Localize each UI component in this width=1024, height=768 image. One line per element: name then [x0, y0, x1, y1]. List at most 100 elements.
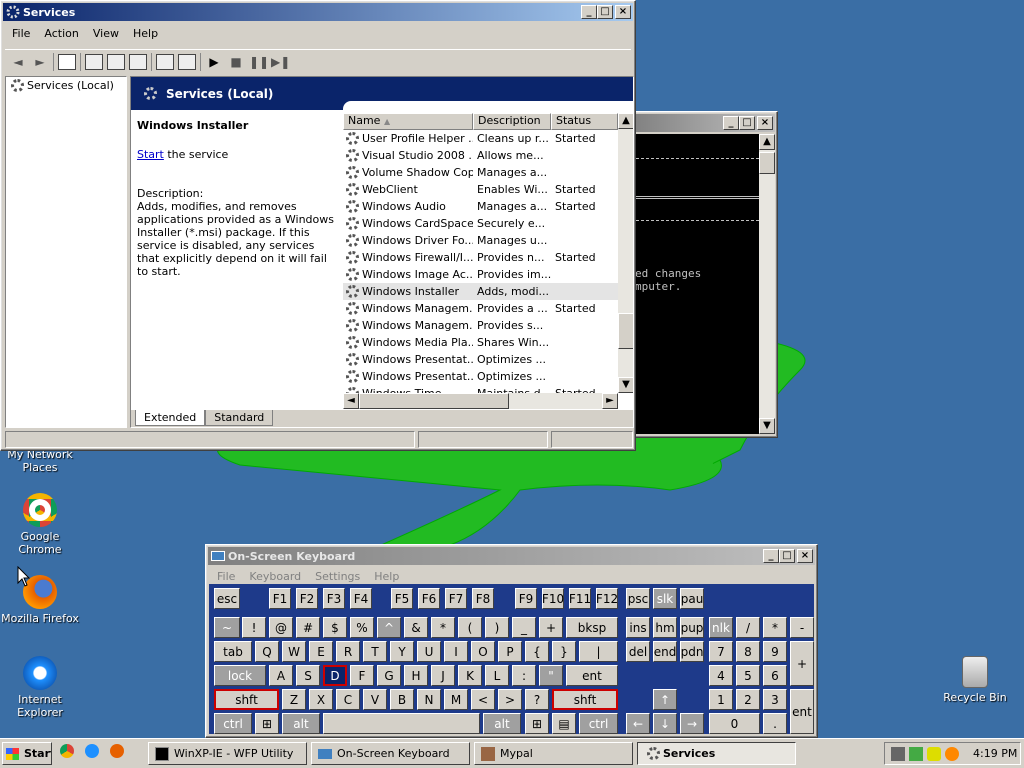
osk-key[interactable]: slk [653, 588, 677, 609]
desktop-icon-chrome[interactable]: Google Chrome [0, 493, 80, 556]
table-row[interactable]: Windows Installer Adds, modi... [343, 283, 618, 300]
osk-key[interactable]: bksp [566, 617, 618, 638]
osk-key[interactable]: end [653, 641, 677, 662]
osk-key[interactable]: L [485, 665, 509, 686]
stop-icon[interactable]: ■ [227, 55, 245, 69]
osk-key[interactable]: F10 [542, 588, 564, 609]
osk-key[interactable]: Y [390, 641, 414, 662]
table-row[interactable]: WebClient Enables Wi... Started [343, 181, 618, 198]
osk-key[interactable]: F3 [323, 588, 345, 609]
osk-key[interactable]: esc [214, 588, 240, 609]
close-icon[interactable]: × [615, 5, 631, 19]
task-services[interactable]: Services [637, 742, 796, 765]
tab-extended[interactable]: Extended [135, 410, 206, 426]
osk-key[interactable]: ent [790, 689, 814, 734]
table-row[interactable]: Windows Firewall/I... Provides n... Starte… [343, 249, 618, 266]
osk-key[interactable]: J [431, 665, 455, 686]
osk-key[interactable]: F7 [445, 588, 467, 609]
firefox-icon[interactable] [110, 744, 124, 758]
osk-key[interactable]: 9 [763, 641, 787, 662]
hscroll-thumb[interactable] [359, 393, 509, 409]
osk-key[interactable]: shft [552, 689, 618, 710]
scroll-down-icon[interactable]: ▼ [618, 377, 633, 393]
osk-key[interactable]: ( [458, 617, 482, 638]
osk-key[interactable]: F2 [296, 588, 318, 609]
osk-key[interactable]: . [763, 713, 787, 734]
osk-key[interactable]: ctrl [214, 713, 252, 734]
menu-action[interactable]: Action [37, 27, 85, 40]
console-titlebar[interactable]: _ □ × [631, 114, 775, 132]
osk-key[interactable]: $ [323, 617, 347, 638]
table-row[interactable]: Windows Managem... Provides s... [343, 317, 618, 334]
osk-key[interactable]: I [444, 641, 468, 662]
osk-key[interactable]: F6 [418, 588, 440, 609]
console-window[interactable]: _ □ × ed changes mputer. ▲ ▼ [628, 111, 778, 438]
osk-key[interactable]: + [790, 641, 814, 686]
close-icon[interactable]: × [797, 549, 813, 563]
back-arrow-icon[interactable]: ◄ [9, 55, 27, 69]
task-osk[interactable]: On-Screen Keyboard [311, 742, 470, 765]
osk-key[interactable]: G [377, 665, 401, 686]
osk-key[interactable]: pup [680, 617, 704, 638]
osk-key[interactable]: T [363, 641, 387, 662]
osk-key[interactable]: N [417, 689, 441, 710]
ie-icon[interactable] [85, 744, 99, 758]
menu-help[interactable]: Help [126, 27, 165, 40]
osk-key[interactable]: F12 [596, 588, 618, 609]
osk-key[interactable]: { [525, 641, 549, 662]
osk-key[interactable]: ~ [214, 617, 240, 638]
scroll-right-icon[interactable]: ► [602, 393, 618, 409]
tree-pane[interactable]: Services (Local) [5, 76, 127, 428]
table-row[interactable]: Windows Presentat... Optimizes ... [343, 368, 618, 385]
table-row[interactable]: Windows CardSpace Securely e... [343, 215, 618, 232]
services-list[interactable]: Name ▲ Description Status User Profile H… [343, 101, 633, 411]
osk-menu-help[interactable]: Help [367, 570, 406, 583]
osk-key[interactable]: & [404, 617, 428, 638]
osk-key[interactable]: ctrl [579, 713, 618, 734]
start-service-link[interactable]: Start [137, 148, 164, 161]
close-icon[interactable]: × [757, 116, 773, 130]
network-tray-icon[interactable] [909, 746, 923, 761]
osk-titlebar[interactable]: On-Screen Keyboard _ □ × [208, 547, 815, 565]
osk-key[interactable]: ent [566, 665, 618, 686]
osk-key[interactable]: O [471, 641, 495, 662]
services-window[interactable]: Services _ □ × File Action View Help ◄ ►… [0, 0, 636, 451]
column-status-header[interactable]: Status [551, 113, 618, 130]
refresh-icon[interactable] [107, 53, 125, 70]
osk-key[interactable]: ▤ [552, 713, 576, 734]
table-row[interactable]: Windows Managem... Provides a ... Started [343, 300, 618, 317]
osk-key[interactable]: lock [214, 665, 266, 686]
scroll-up-icon[interactable]: ▲ [618, 113, 633, 129]
keyboard-tray-icon[interactable] [891, 746, 905, 761]
osk-key[interactable]: - [790, 617, 814, 638]
console-scrollbar[interactable]: ▲ ▼ [759, 134, 775, 434]
scroll-up-icon[interactable]: ▲ [759, 134, 775, 150]
osk-key[interactable]: / [736, 617, 760, 638]
osk-key[interactable]: ⊞ [255, 713, 279, 734]
osk-key[interactable]: 8 [736, 641, 760, 662]
osk-menu-file[interactable]: File [210, 570, 242, 583]
services-titlebar[interactable]: Services _ □ × [3, 3, 633, 21]
view-icon[interactable] [178, 53, 196, 70]
osk-key[interactable]: S [296, 665, 320, 686]
minimize-icon[interactable]: _ [581, 5, 597, 19]
clock[interactable]: 4:19 PM [973, 747, 1017, 760]
osk-key[interactable]: tab [214, 641, 252, 662]
osk-key[interactable]: F [350, 665, 374, 686]
osk-key[interactable]: ? [525, 689, 549, 710]
osk-key[interactable]: 1 [709, 689, 733, 710]
desktop-icon-network[interactable]: My Network Places [0, 448, 80, 474]
table-row[interactable]: Windows Media Pla... Shares Win... [343, 334, 618, 351]
osk-key[interactable]: psc [626, 588, 650, 609]
osk-key[interactable]: W [282, 641, 306, 662]
osk-key[interactable]: F5 [391, 588, 413, 609]
osk-key[interactable]: 2 [736, 689, 760, 710]
osk-key[interactable]: ← [626, 713, 650, 734]
osk-key[interactable]: + [539, 617, 563, 638]
shield-icon[interactable] [927, 746, 941, 761]
scroll-down-icon[interactable]: ▼ [759, 418, 775, 434]
osk-key[interactable]: } [552, 641, 576, 662]
osk-key[interactable]: A [269, 665, 293, 686]
desktop-icon-ie[interactable]: Internet Explorer [0, 656, 80, 719]
maximize-icon[interactable]: □ [739, 116, 755, 130]
